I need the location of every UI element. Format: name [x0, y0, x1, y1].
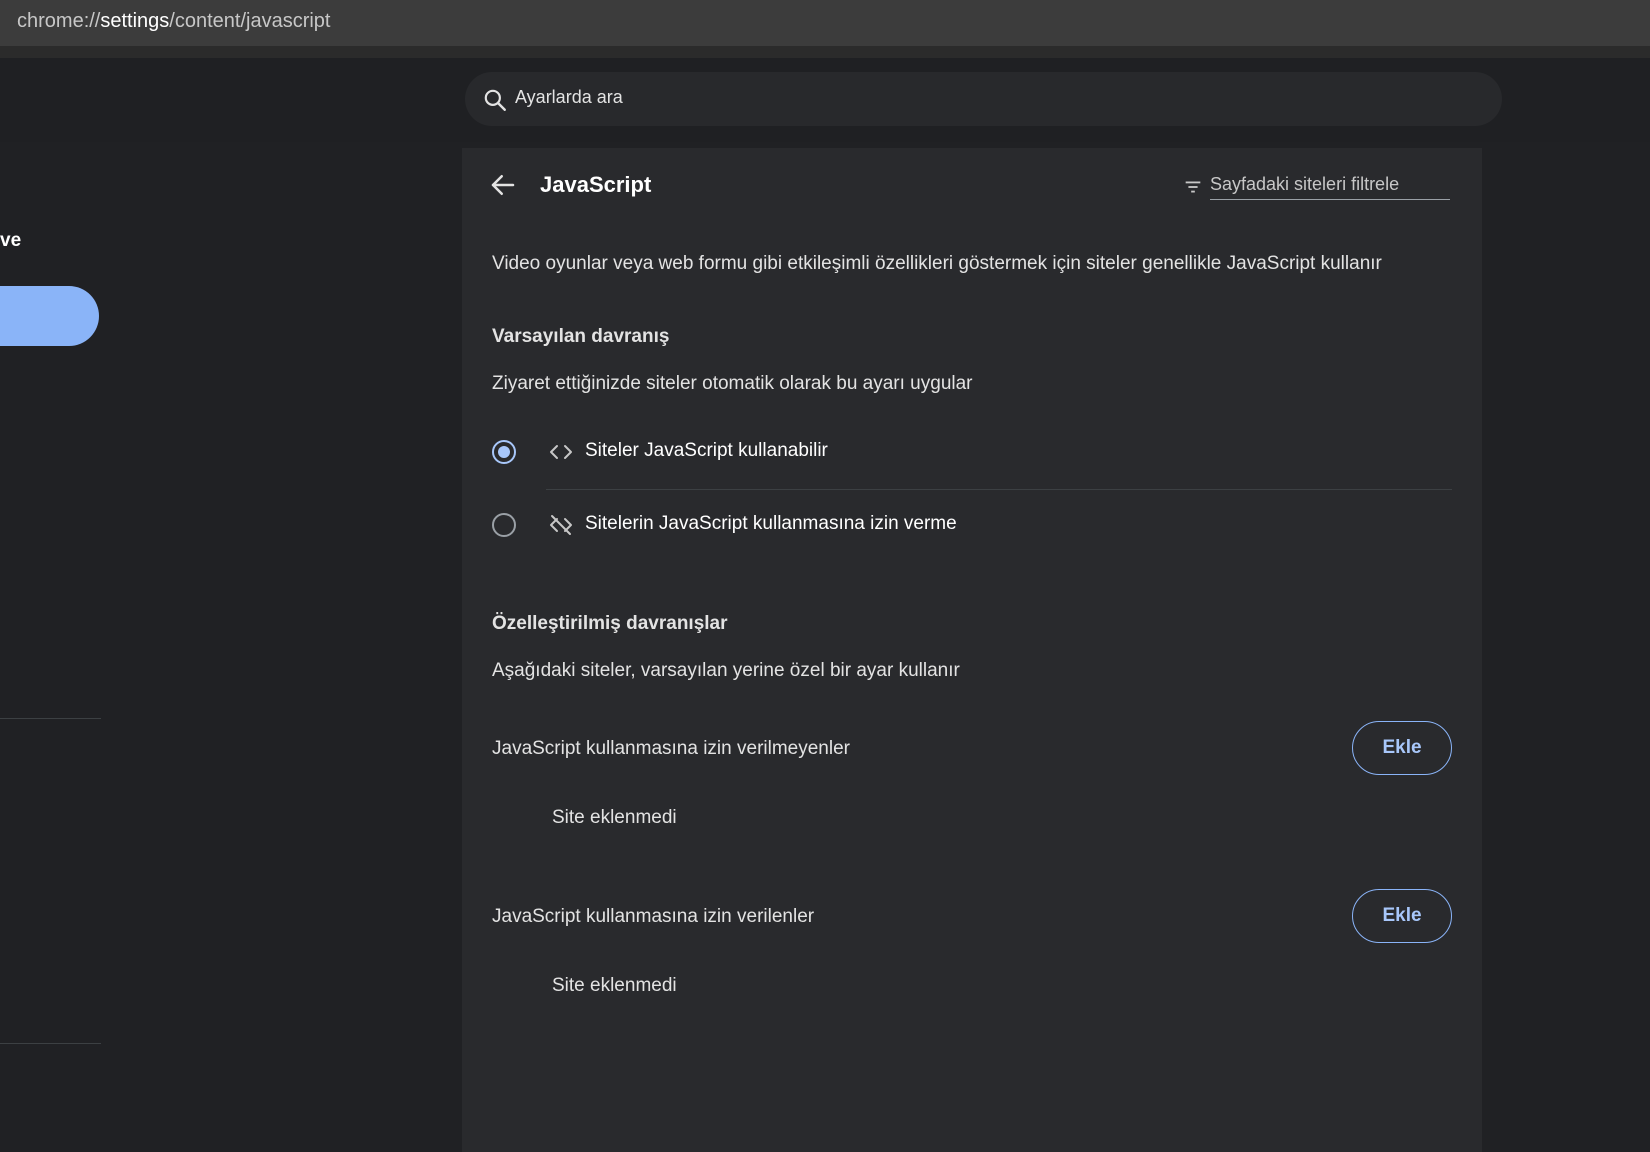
custom-behavior-subtitle: Aşağıdaki siteler, varsayılan yerine öze… [492, 660, 960, 681]
toolbar-divider [0, 46, 1650, 58]
radio-button-block[interactable] [492, 513, 516, 537]
page-description: Video oyunlar veya web formu gibi etkile… [492, 253, 1382, 274]
filter-input[interactable] [1210, 170, 1450, 200]
settings-header: Ayarlarda ara [0, 58, 1650, 142]
address-bar[interactable]: chrome://settings/content/javascript [0, 0, 1650, 46]
radio-button-allow[interactable] [492, 440, 516, 464]
radio-option-block[interactable]: Sitelerin JavaScript kullanmasına izin v… [492, 497, 1452, 553]
back-arrow-icon[interactable] [488, 170, 518, 200]
allowed-list-empty: Site eklenmedi [552, 975, 677, 996]
search-icon [484, 89, 506, 111]
filter-icon [1185, 181, 1201, 193]
search-placeholder: Ayarlarda ara [515, 87, 623, 107]
sidebar: ve [0, 142, 462, 1152]
settings-card: JavaScript Video oyunlar veya web formu … [462, 148, 1482, 1152]
default-behavior-subtitle: Ziyaret ettiğinizde siteler otomatik ola… [492, 373, 973, 394]
url-host: settings [100, 10, 170, 32]
blocked-list-empty: Site eklenmedi [552, 807, 677, 828]
option-divider [546, 489, 1452, 490]
sidebar-divider [0, 1043, 101, 1044]
code-off-icon [550, 515, 572, 535]
radio-option-allow[interactable]: Siteler JavaScript kullanabilir [492, 424, 1452, 480]
site-filter[interactable] [1182, 168, 1452, 206]
url-text[interactable]: chrome://settings/content/javascript [17, 10, 331, 33]
custom-behavior-title: Özelleştirilmiş davranışlar [492, 613, 728, 634]
allowed-list-header: JavaScript kullanmasına izin verilenler [492, 906, 815, 927]
radio-label-allow: Siteler JavaScript kullanabilir [585, 440, 828, 461]
blocked-list-header: JavaScript kullanmasına izin verilmeyenl… [492, 738, 850, 759]
page-title: JavaScript [540, 172, 652, 197]
code-icon [550, 445, 572, 459]
url-scheme: chrome:// [17, 10, 101, 32]
url-path: /content/javascript [169, 10, 331, 32]
default-behavior-title: Varsayılan davranış [492, 326, 670, 347]
sidebar-divider [0, 718, 101, 719]
sidebar-item-label[interactable]: ve [0, 230, 21, 252]
sidebar-item-active[interactable] [0, 286, 99, 346]
settings-search-box[interactable]: Ayarlarda ara [465, 72, 1502, 126]
add-allowed-site-button[interactable]: Ekle [1352, 889, 1452, 943]
radio-label-block: Sitelerin JavaScript kullanmasına izin v… [585, 513, 957, 534]
add-blocked-site-button[interactable]: Ekle [1352, 721, 1452, 775]
